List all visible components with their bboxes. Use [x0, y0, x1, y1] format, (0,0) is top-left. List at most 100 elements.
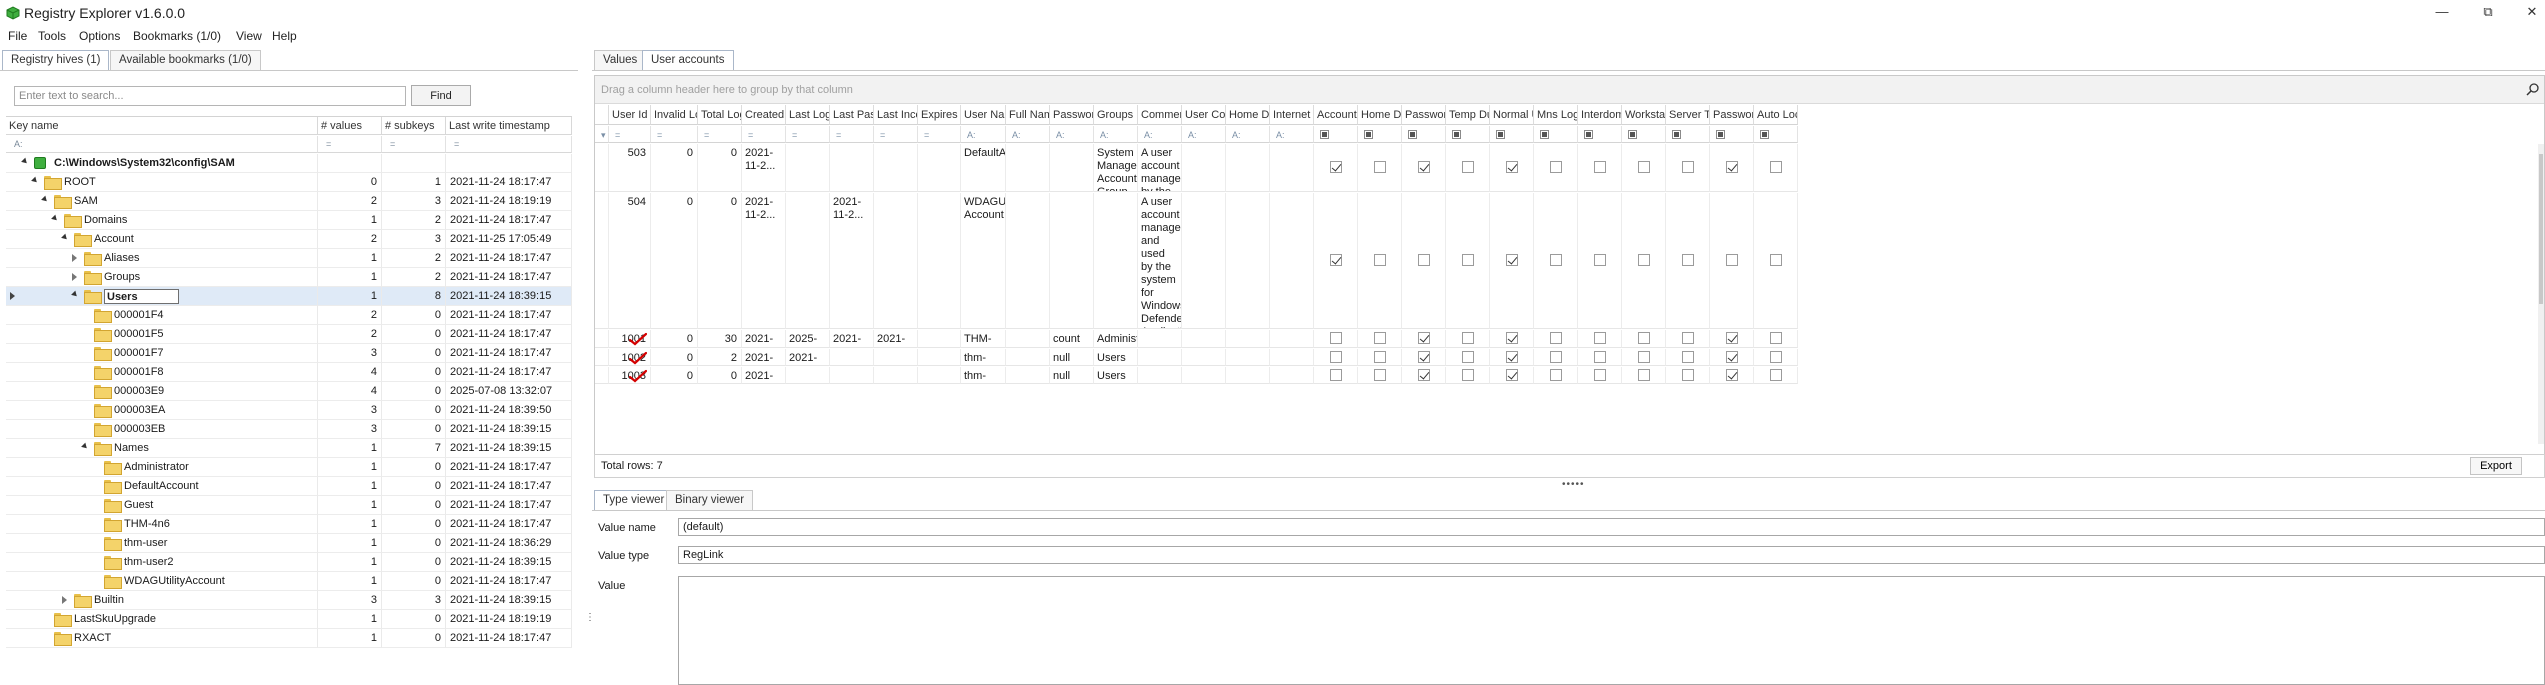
account-column-header[interactable]: Invalid Logi...: [651, 105, 698, 125]
tab-binary-viewer[interactable]: Binary viewer: [666, 490, 754, 510]
account-flag-cell[interactable]: [1710, 367, 1754, 384]
account-flag-cell[interactable]: [1578, 193, 1622, 329]
flag-checkbox[interactable]: [1374, 369, 1386, 381]
account-filter-cell[interactable]: A:: [961, 126, 1006, 143]
account-cell-last-incorrect[interactable]: [874, 367, 918, 384]
account-flag-cell[interactable]: [1490, 367, 1534, 384]
account-flag-cell[interactable]: [1490, 330, 1534, 348]
account-flag-cell[interactable]: [1402, 349, 1446, 366]
search-icon[interactable]: [2526, 82, 2540, 96]
key-name-cell[interactable]: 000003EA: [6, 401, 318, 420]
account-flag-cell[interactable]: [1534, 330, 1578, 348]
tree-column-header[interactable]: Key name: [6, 117, 318, 135]
account-flag-cell[interactable]: [1534, 144, 1578, 192]
flag-checkbox[interactable]: [1506, 254, 1518, 266]
flag-checkbox[interactable]: [1726, 332, 1738, 344]
flag-checkbox[interactable]: [1418, 254, 1430, 266]
flag-checkbox[interactable]: [1462, 332, 1474, 344]
account-cell-expires[interactable]: [918, 349, 961, 366]
key-name-cell[interactable]: Groups: [6, 268, 318, 287]
account-flag-cell[interactable]: [1578, 330, 1622, 348]
expand-icon[interactable]: [62, 596, 67, 604]
account-flag-cell[interactable]: [1622, 349, 1666, 366]
value-name-field[interactable]: (default): [678, 518, 2545, 536]
flag-checkbox[interactable]: [1462, 351, 1474, 363]
flag-checkbox[interactable]: [1374, 332, 1386, 344]
key-name-cell[interactable]: Administrator: [6, 458, 318, 477]
key-name-cell[interactable]: DefaultAccount: [6, 477, 318, 496]
group-by-panel[interactable]: Drag a column header here to group by th…: [595, 76, 2544, 104]
account-flag-cell[interactable]: [1622, 144, 1666, 192]
account-cell-groups[interactable]: System Managed Accounts Group: [1094, 144, 1138, 192]
account-filter-cell[interactable]: A:: [1182, 126, 1226, 143]
flag-checkbox[interactable]: [1770, 254, 1782, 266]
account-flag-cell[interactable]: [1578, 144, 1622, 192]
account-column-header[interactable]: Internet U...: [1270, 105, 1314, 125]
flag-checkbox[interactable]: [1770, 332, 1782, 344]
account-filter-cell[interactable]: [1578, 126, 1622, 143]
account-flag-cell[interactable]: [1622, 367, 1666, 384]
menu-bookmarks[interactable]: Bookmarks (1/0): [133, 29, 221, 43]
flag-checkbox[interactable]: [1638, 369, 1650, 381]
tab-user-accounts[interactable]: User accounts: [642, 50, 734, 70]
tree-filter-cell[interactable]: =: [318, 136, 382, 153]
account-flag-cell[interactable]: [1358, 144, 1402, 192]
menu-view[interactable]: View: [236, 29, 262, 43]
key-name-cell[interactable]: Guest: [6, 496, 318, 515]
account-cell-invalid[interactable]: 0: [651, 349, 698, 366]
flag-checkbox[interactable]: [1374, 351, 1386, 363]
account-cell-groups[interactable]: Users: [1094, 349, 1138, 366]
flag-checkbox[interactable]: [1594, 254, 1606, 266]
account-column-header[interactable]: Server Tru...: [1666, 105, 1710, 125]
tree-row[interactable]: Names 1 7 2021-11-24 18:39:15: [6, 439, 572, 458]
account-cell-last-incorrect[interactable]: 2021-11-2...: [874, 330, 918, 348]
flag-checkbox[interactable]: [1506, 161, 1518, 173]
filter-checkbox[interactable]: [1628, 130, 1637, 139]
account-cell-full-name[interactable]: [1006, 367, 1050, 384]
account-flag-cell[interactable]: [1358, 193, 1402, 329]
tree-column-header[interactable]: # values: [318, 117, 382, 135]
account-flag-cell[interactable]: [1578, 349, 1622, 366]
account-flag-cell[interactable]: [1314, 193, 1358, 329]
flag-checkbox[interactable]: [1770, 369, 1782, 381]
account-column-header[interactable]: Password ...: [1402, 105, 1446, 125]
flag-checkbox[interactable]: [1462, 161, 1474, 173]
account-cell-total[interactable]: 0: [698, 367, 742, 384]
tree-row[interactable]: C:\Windows\System32\config\SAM: [6, 154, 572, 173]
flag-checkbox[interactable]: [1418, 332, 1430, 344]
account-cell-expires[interactable]: [918, 144, 961, 192]
account-filter-cell[interactable]: =: [830, 126, 874, 143]
tree-filter-cell[interactable]: A:: [6, 136, 318, 153]
tree-filter-cell[interactable]: =: [382, 136, 446, 153]
account-flag-cell[interactable]: [1754, 144, 1798, 192]
account-filter-cell[interactable]: [1710, 126, 1754, 143]
account-flag-cell[interactable]: [1402, 193, 1446, 329]
account-column-header[interactable]: Temp Dupli...: [1446, 105, 1490, 125]
account-cell-empty[interactable]: [1226, 144, 1270, 192]
value-field[interactable]: [678, 576, 2545, 685]
flag-checkbox[interactable]: [1726, 254, 1738, 266]
account-flag-cell[interactable]: [1534, 193, 1578, 329]
flag-checkbox[interactable]: [1726, 351, 1738, 363]
account-column-header[interactable]: User Id: [609, 105, 651, 125]
account-column-header[interactable]: Comment: [1138, 105, 1182, 125]
account-cell-comment[interactable]: [1138, 367, 1182, 384]
account-cell-empty[interactable]: [1182, 144, 1226, 192]
account-flag-cell[interactable]: [1402, 144, 1446, 192]
flag-checkbox[interactable]: [1418, 161, 1430, 173]
flag-checkbox[interactable]: [1594, 161, 1606, 173]
account-column-header[interactable]: Password ...: [1710, 105, 1754, 125]
account-cell-created[interactable]: 2021-11-2...: [742, 330, 786, 348]
flag-checkbox[interactable]: [1374, 161, 1386, 173]
account-flag-cell[interactable]: [1446, 330, 1490, 348]
account-cell-empty[interactable]: [1182, 349, 1226, 366]
tree-row[interactable]: Administrator 1 0 2021-11-24 18:17:47: [6, 458, 572, 477]
account-column-header[interactable]: User Name: [961, 105, 1006, 125]
account-flag-cell[interactable]: [1490, 349, 1534, 366]
account-cell-last-login[interactable]: [786, 193, 830, 329]
account-cell-last-pw[interactable]: [830, 367, 874, 384]
account-flag-cell[interactable]: [1666, 144, 1710, 192]
account-filter-cell[interactable]: =: [918, 126, 961, 143]
flag-checkbox[interactable]: [1638, 254, 1650, 266]
account-flag-cell[interactable]: [1710, 144, 1754, 192]
